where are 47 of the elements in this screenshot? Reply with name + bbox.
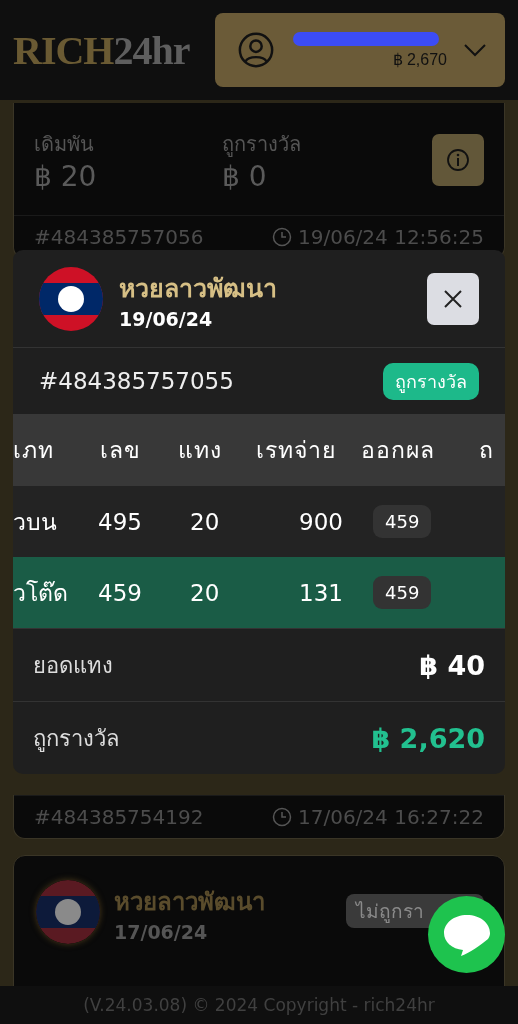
balance: ฿ 2,670 bbox=[392, 49, 447, 69]
timestamp: 17/06/24 16:27:22 bbox=[298, 805, 484, 829]
account-button[interactable]: ฿ 2,670 bbox=[215, 13, 505, 87]
column-header: ถ bbox=[479, 436, 495, 465]
prize-label: ถูกรางวัล bbox=[222, 130, 302, 159]
table-cell-text: 495 bbox=[98, 508, 143, 535]
ticket-number: #484385757055 bbox=[39, 368, 234, 394]
draw-date: 19/06/24 bbox=[119, 307, 214, 330]
chat-bubble-icon bbox=[441, 912, 492, 957]
total-label: ยอดแทง bbox=[33, 651, 113, 680]
bet-value: ฿ 20 bbox=[34, 159, 98, 193]
close-icon bbox=[443, 288, 463, 309]
close-button[interactable] bbox=[427, 272, 479, 325]
column-header: เลข bbox=[99, 436, 142, 465]
table-cell-text: วโต๊ด bbox=[13, 578, 69, 608]
chevron-down-icon bbox=[463, 43, 487, 57]
result-chip: 459 bbox=[373, 505, 432, 538]
table-cell-text: 459 bbox=[98, 579, 143, 606]
column-header: เภท bbox=[13, 436, 55, 465]
status-badge: ถูกรางวัล bbox=[383, 362, 479, 400]
table-cell-text: วบน bbox=[13, 507, 58, 537]
timestamp: 19/06/24 12:56:25 bbox=[298, 225, 484, 249]
clock-icon bbox=[272, 807, 292, 827]
info-button[interactable] bbox=[432, 134, 484, 186]
prize-value: ฿ 2,620 bbox=[371, 722, 485, 754]
prize-label: ถูกรางวัล bbox=[33, 724, 119, 754]
column-header: ออกผล bbox=[361, 436, 436, 465]
ticket-number: #484385754192 bbox=[34, 805, 204, 829]
total-value: ฿ 40 bbox=[419, 649, 485, 681]
table-cell-text: 131 bbox=[298, 579, 344, 606]
info-icon bbox=[446, 148, 470, 172]
column-header: เรทจ่าย bbox=[256, 436, 337, 465]
table-cell-text: 20 bbox=[189, 508, 221, 535]
logo: RICH24hr bbox=[13, 26, 190, 74]
dialog-title: หวยลาวพัฒนา bbox=[119, 272, 277, 305]
laos-flag-icon bbox=[36, 880, 100, 944]
result-chip: 459 bbox=[373, 576, 432, 609]
clock-icon bbox=[272, 227, 292, 247]
prize-value: ฿ 0 bbox=[222, 159, 268, 193]
user-icon bbox=[237, 31, 275, 69]
ticket-number: #484385757056 bbox=[34, 225, 204, 249]
table-cell-text: 900 bbox=[298, 508, 344, 535]
bet-label: เดิมพัน bbox=[34, 130, 95, 158]
table-cell-text: 20 bbox=[189, 579, 221, 606]
lottery-title: หวยลาวพัฒนา bbox=[114, 886, 265, 918]
draw-date: 17/06/24 bbox=[114, 920, 209, 943]
column-header: แทง bbox=[178, 436, 223, 465]
